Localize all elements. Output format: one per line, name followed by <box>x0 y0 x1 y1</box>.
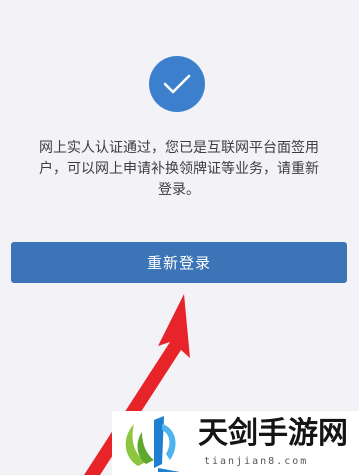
site-logo <box>125 416 180 472</box>
message-line: 网上实人认证通过，您已是互联网平台面签用 <box>39 140 319 156</box>
site-watermark: 天剑手游网 tianjian8.com <box>112 411 359 475</box>
relogin-button[interactable]: 重新登录 <box>11 242 347 283</box>
checkmark-icon <box>163 74 191 94</box>
verification-message: 网上实人认证通过，您已是互联网平台面签用 户，可以网上申请补换领牌证等业务，请重… <box>26 138 332 201</box>
verification-success-screen: 网上实人认证通过，您已是互联网平台面签用 户，可以网上申请补换领牌证等业务，请重… <box>0 0 359 475</box>
site-domain: tianjian8.com <box>204 456 309 467</box>
message-line: 登录。 <box>158 182 200 198</box>
site-name: 天剑手游网 <box>198 416 348 451</box>
message-line: 户，可以网上申请补换领牌证等业务，请重新 <box>39 161 319 177</box>
success-badge <box>149 56 205 112</box>
